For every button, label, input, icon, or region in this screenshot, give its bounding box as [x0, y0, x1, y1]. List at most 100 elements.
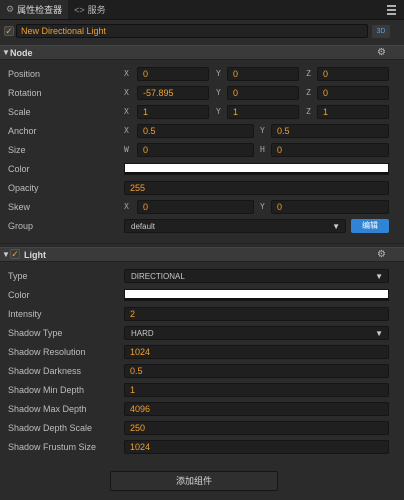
gear-icon: ⚙: [6, 4, 15, 14]
skew-label: Skew: [8, 202, 31, 212]
light-enabled-checkbox[interactable]: ✓: [10, 249, 20, 259]
shadow-type-row: Shadow Type HARD ▼: [0, 325, 404, 341]
axis-z-label: Z: [306, 88, 311, 97]
position-y-field[interactable]: 0: [227, 67, 299, 81]
axis-y-label: Y: [260, 202, 265, 211]
axis-x-label: X: [124, 126, 129, 135]
section-divider: [0, 243, 404, 244]
shadow-frustum-size-row: Shadow Frustum Size 1024: [0, 439, 404, 455]
shadow-type-select[interactable]: HARD ▼: [124, 326, 389, 340]
chevron-down-icon: ▼: [332, 222, 340, 231]
skew-y-field[interactable]: 0: [271, 200, 389, 214]
light-type-value: DIRECTIONAL: [131, 272, 185, 281]
axis-x-label: X: [124, 202, 129, 211]
opacity-row: Opacity 255: [0, 180, 404, 196]
tab-services[interactable]: <> 服务: [68, 0, 112, 19]
skew-x-field[interactable]: 0: [137, 200, 254, 214]
collapse-arrow-icon[interactable]: ▼: [2, 48, 10, 57]
shadow-type-value: HARD: [131, 329, 154, 338]
size-row: Size W 0 H 0: [0, 142, 404, 158]
axis-y-label: Y: [260, 126, 265, 135]
node-color-row: Color: [0, 161, 404, 177]
rotation-y-field[interactable]: 0: [227, 86, 299, 100]
light-section-title: Light: [24, 250, 46, 260]
scale-z-field[interactable]: 1: [317, 105, 389, 119]
3d-badge[interactable]: 3D: [372, 25, 390, 38]
node-color-label: Color: [8, 164, 30, 174]
rotation-label: Rotation: [8, 88, 42, 98]
shadow-darkness-row: Shadow Darkness 0.5: [0, 363, 404, 379]
tab-inspector[interactable]: ⚙ 属性检查器: [0, 0, 69, 19]
node-color-swatch[interactable]: [124, 163, 389, 175]
axis-w-label: W: [124, 145, 129, 154]
shadow-darkness-label: Shadow Darkness: [8, 366, 82, 376]
chevron-down-icon: ▼: [375, 329, 383, 338]
scale-label: Scale: [8, 107, 31, 117]
skew-row: Skew X 0 Y 0: [0, 199, 404, 215]
anchor-row: Anchor X 0.5 Y 0.5: [0, 123, 404, 139]
node-name-input[interactable]: New Directional Light: [16, 24, 368, 38]
shadow-frustum-size-field[interactable]: 1024: [124, 440, 389, 454]
node-enabled-checkbox[interactable]: ✓: [4, 26, 14, 36]
gear-icon[interactable]: ⚙: [377, 249, 386, 260]
scale-row: Scale X 1 Y 1 Z 1: [0, 104, 404, 120]
scale-y-field[interactable]: 1: [227, 105, 299, 119]
collapse-arrow-icon[interactable]: ▼: [2, 250, 10, 259]
axis-y-label: Y: [216, 88, 221, 97]
anchor-x-field[interactable]: 0.5: [137, 124, 254, 138]
axis-z-label: Z: [306, 107, 311, 116]
light-section-header[interactable]: ▼ ✓ Light ⚙: [0, 247, 404, 262]
position-label: Position: [8, 69, 41, 79]
shadow-min-depth-field[interactable]: 1: [124, 383, 389, 397]
tab-services-label: 服务: [87, 5, 106, 15]
panel-menu-icon[interactable]: [387, 5, 396, 15]
opacity-field[interactable]: 255: [124, 181, 389, 195]
edit-group-button[interactable]: 编辑: [351, 219, 389, 233]
shadow-darkness-field[interactable]: 0.5: [124, 364, 389, 378]
size-label: Size: [8, 145, 26, 155]
opacity-label: Opacity: [8, 183, 39, 193]
shadow-max-depth-row: Shadow Max Depth 4096: [0, 401, 404, 417]
rotation-x-field[interactable]: -57.895: [137, 86, 209, 100]
light-color-row: Color: [0, 287, 404, 303]
node-section-header[interactable]: ▼ Node ⚙: [0, 45, 404, 60]
intensity-label: Intensity: [8, 309, 42, 319]
code-icon: <>: [74, 4, 85, 15]
inspector-tabbar: ⚙ 属性检查器 <> 服务: [0, 0, 404, 20]
node-section-title: Node: [10, 48, 33, 58]
group-select[interactable]: default ▼: [124, 219, 346, 233]
shadow-type-label: Shadow Type: [8, 328, 63, 338]
axis-z-label: Z: [306, 69, 311, 78]
shadow-max-depth-field[interactable]: 4096: [124, 402, 389, 416]
axis-x-label: X: [124, 88, 129, 97]
shadow-resolution-row: Shadow Resolution 1024: [0, 344, 404, 360]
shadow-min-depth-row: Shadow Min Depth 1: [0, 382, 404, 398]
size-h-field[interactable]: 0: [271, 143, 389, 157]
intensity-row: Intensity 2: [0, 306, 404, 322]
axis-x-label: X: [124, 69, 129, 78]
light-type-label: Type: [8, 271, 28, 281]
position-row: Position X 0 Y 0 Z 0: [0, 66, 404, 82]
axis-x-label: X: [124, 107, 129, 116]
shadow-max-depth-label: Shadow Max Depth: [8, 404, 87, 414]
shadow-resolution-field[interactable]: 1024: [124, 345, 389, 359]
position-z-field[interactable]: 0: [317, 67, 389, 81]
position-x-field[interactable]: 0: [137, 67, 209, 81]
shadow-min-depth-label: Shadow Min Depth: [8, 385, 85, 395]
anchor-y-field[interactable]: 0.5: [271, 124, 389, 138]
add-component-button[interactable]: 添加组件: [110, 471, 278, 491]
group-select-value: default: [131, 222, 156, 231]
shadow-depth-scale-row: Shadow Depth Scale 250: [0, 420, 404, 436]
scale-x-field[interactable]: 1: [137, 105, 209, 119]
anchor-label: Anchor: [8, 126, 37, 136]
size-w-field[interactable]: 0: [137, 143, 254, 157]
shadow-depth-scale-label: Shadow Depth Scale: [8, 423, 93, 433]
gear-icon[interactable]: ⚙: [377, 47, 386, 58]
rotation-z-field[interactable]: 0: [317, 86, 389, 100]
shadow-frustum-size-label: Shadow Frustum Size: [8, 442, 97, 452]
chevron-down-icon: ▼: [375, 272, 383, 281]
light-type-select[interactable]: DIRECTIONAL ▼: [124, 269, 389, 283]
intensity-field[interactable]: 2: [124, 307, 389, 321]
light-color-swatch[interactable]: [124, 289, 389, 301]
shadow-depth-scale-field[interactable]: 250: [124, 421, 389, 435]
